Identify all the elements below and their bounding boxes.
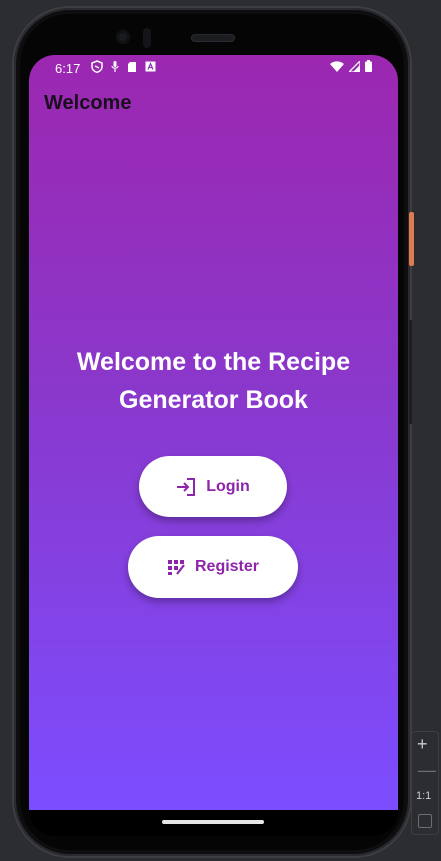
volume-button[interactable]: [409, 320, 412, 424]
battery-icon: [365, 60, 372, 72]
app-bar-title: Welcome: [44, 92, 132, 114]
login-icon: [177, 477, 196, 496]
zoom-out-button[interactable]: —: [418, 760, 436, 780]
app-registration-icon: [167, 560, 185, 575]
microphone-icon: [111, 61, 119, 72]
status-bar: 6:17: [29, 55, 398, 83]
login-button-label: Login: [206, 477, 250, 495]
device-screen: 6:17 Welcome Welcome to the Recipe Gener…: [29, 55, 398, 810]
a-box-icon: [145, 61, 156, 72]
zoom-in-button[interactable]: +: [417, 734, 428, 754]
register-button[interactable]: Register: [128, 536, 298, 598]
zoom-controls: + — 1:1: [411, 731, 439, 835]
register-button-label: Register: [194, 558, 260, 575]
home-gesture-handle[interactable]: [162, 820, 264, 824]
front-camera-icon: [116, 30, 130, 44]
zoom-fit-icon[interactable]: [418, 814, 432, 828]
status-notification-icons: [91, 60, 156, 73]
status-time: 6:17: [55, 61, 81, 76]
login-button[interactable]: Login: [139, 456, 287, 517]
earpiece-speaker: [191, 34, 235, 42]
wifi-icon: [330, 60, 344, 72]
welcome-headline: Welcome to the Recipe Generator Book: [76, 348, 351, 414]
shield-icon: [91, 60, 103, 73]
signal-icon: [349, 60, 360, 72]
power-button[interactable]: [409, 212, 414, 266]
status-system-icons: [330, 60, 372, 72]
camera-sensor: [143, 28, 151, 48]
zoom-actual-size-button[interactable]: 1:1: [416, 790, 431, 802]
sd-card-icon: [128, 61, 136, 72]
